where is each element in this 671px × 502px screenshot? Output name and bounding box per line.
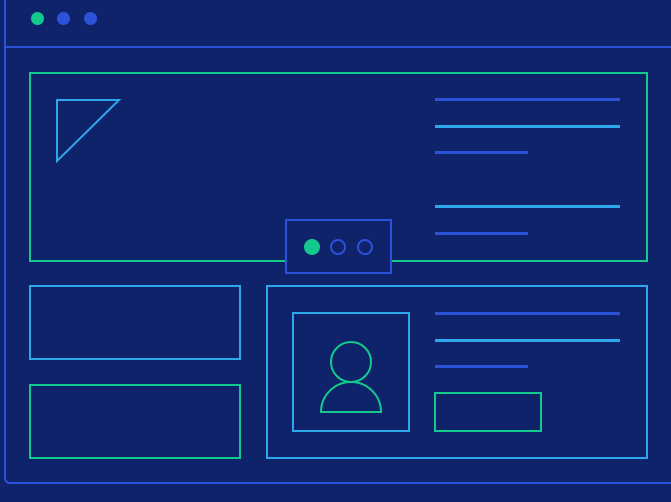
profile-text-line (435, 365, 528, 368)
profile-action-button[interactable] (434, 392, 542, 432)
user-avatar-icon (319, 341, 383, 413)
profile-text-line (435, 312, 620, 315)
profile-text-line (435, 339, 620, 342)
